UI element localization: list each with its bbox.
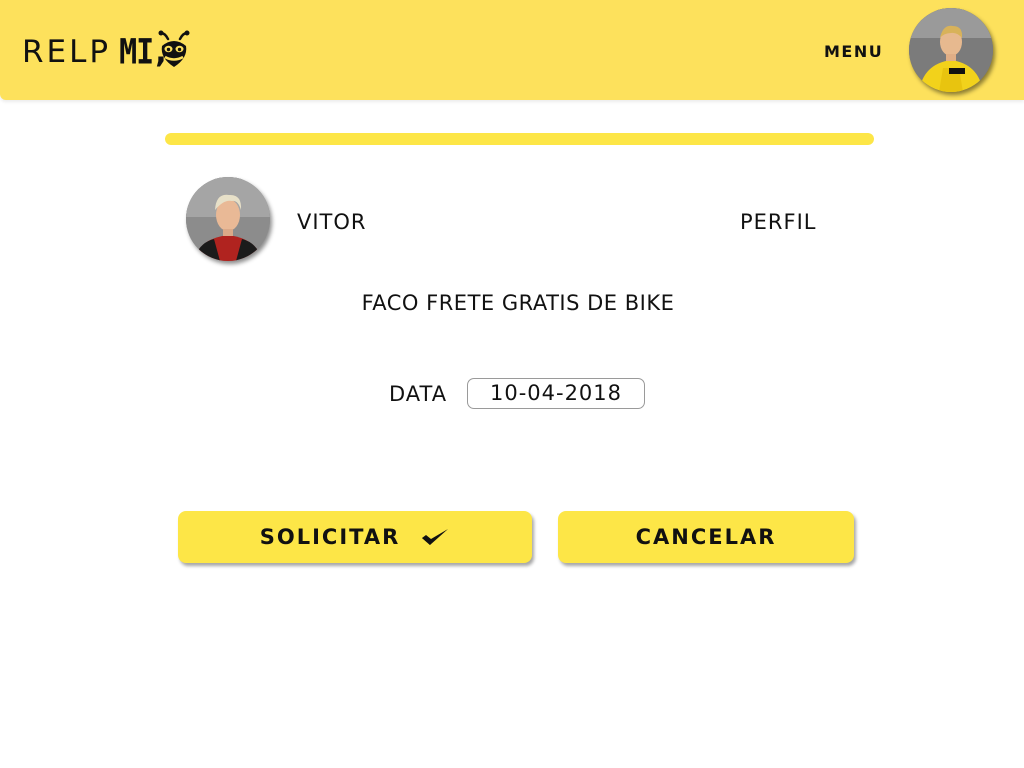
logo-text-light: RELP — [22, 34, 112, 70]
provider-name: VITOR — [297, 210, 367, 234]
profile-link[interactable]: PERFIL — [740, 210, 817, 234]
request-button-label: SOLICITAR — [259, 525, 401, 549]
bee-icon — [158, 30, 190, 67]
menu-button[interactable]: MENU — [824, 42, 883, 61]
cancel-button-label: CANCELAR — [635, 525, 777, 549]
logo-text-bold: MI — [119, 31, 154, 73]
progress-bar-fill — [165, 133, 874, 145]
provider-avatar[interactable] — [186, 177, 270, 261]
provider-photo-icon — [186, 177, 270, 261]
current-user-avatar[interactable] — [909, 8, 993, 92]
service-description: FACO FRETE GRATIS DE BIKE — [361, 291, 675, 315]
cancel-button[interactable]: CANCELAR — [558, 511, 854, 563]
date-label: DATA — [389, 382, 448, 406]
app-logo[interactable]: RELP MI , — [22, 30, 167, 74]
app-header: RELP MI , MENU — [0, 0, 1024, 100]
date-field[interactable] — [467, 378, 645, 409]
player-photo-icon — [909, 8, 993, 92]
progress-bar — [165, 133, 874, 145]
checkmark-icon — [422, 529, 449, 545]
request-button[interactable]: SOLICITAR — [178, 511, 532, 563]
